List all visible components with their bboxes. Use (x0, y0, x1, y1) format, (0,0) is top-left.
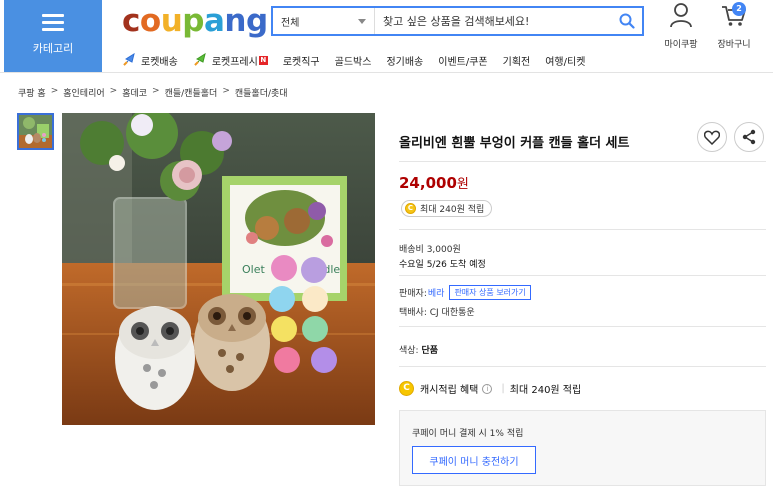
share-button[interactable] (734, 122, 764, 152)
breadcrumb-item[interactable]: 캔들홀더/촛대 (235, 86, 288, 99)
option-info: 색상: 단품 (399, 343, 438, 356)
product-title: 올리비엔 흰뿔 부엉이 커플 캔들 홀더 세트 (399, 136, 630, 151)
rocket-fresh-icon (194, 53, 206, 66)
shipping-fee: 배송비 3,000원 (399, 245, 461, 255)
price-unit: 원 (456, 177, 469, 192)
cashback-benefit: C 캐시적립 혜택 i | 최대 240원 적립 (399, 381, 581, 396)
mycoupang-button[interactable]: 마이쿠팡 (660, 2, 702, 50)
divider (399, 161, 766, 162)
search-bar: 전체 (271, 6, 644, 36)
product-thumbnail[interactable] (17, 113, 54, 150)
breadcrumb-item[interactable]: 쿠팡 홈 (18, 86, 46, 99)
reward-chip: C 최대 240원 적립 (401, 200, 493, 217)
option-value: 단품 (421, 346, 439, 356)
nav-item-rocket-direct[interactable]: 로켓직구 (283, 51, 320, 69)
search-category-value: 전체 (281, 17, 300, 29)
nav-item-rocket-delivery[interactable]: 로켓배송 (122, 51, 178, 69)
seller-name[interactable]: 베라 (428, 286, 445, 299)
product-main-image[interactable]: Olet Candle (62, 113, 375, 425)
wishlist-button[interactable] (697, 122, 727, 152)
cart-count-badge: 2 (732, 2, 746, 16)
courier-info: 택배사: CJ 대한통운 (399, 308, 475, 318)
nav-item-subscription[interactable]: 정기배송 (386, 51, 423, 69)
top-nav: 로켓배송 로켓프레시 N 로켓직구 골드박스 정기배송 이벤트/쿠폰 기획전 여… (122, 51, 600, 69)
box-left-text: Olet (242, 263, 265, 276)
info-icon[interactable]: i (482, 383, 493, 394)
nav-item-rocket-fresh[interactable]: 로켓프레시 N (193, 51, 268, 69)
divider (399, 275, 766, 276)
breadcrumb-item[interactable]: 홈인테리어 (63, 86, 104, 99)
user-icon (670, 3, 692, 28)
price: 24,000원 (399, 173, 469, 192)
hamburger-icon (42, 14, 64, 35)
divider (399, 229, 766, 230)
breadcrumb-item[interactable]: 캔들/캔들홀더 (165, 86, 218, 99)
coupay-charge-button[interactable]: 쿠페이 머니 충전하기 (412, 446, 536, 474)
rocket-icon (123, 53, 135, 66)
breadcrumb-item[interactable]: 홈데코 (122, 86, 147, 99)
category-button[interactable]: 카테고리 (4, 0, 102, 72)
cart-button[interactable]: 2 장바구니 (712, 2, 756, 50)
nav-item-goldbox[interactable]: 골드박스 (335, 51, 372, 69)
coin-icon: C (405, 203, 416, 214)
new-badge: N (258, 55, 268, 65)
nav-item-promotions[interactable]: 기획전 (503, 51, 531, 69)
nav-item-events[interactable]: 이벤트/쿠폰 (438, 51, 487, 69)
cashback-value: 최대 240원 적립 (509, 385, 582, 396)
seller-info: 판매자: 베라 판매자 상품 보러가기 (399, 285, 531, 300)
mycoupang-label: 마이쿠팡 (664, 40, 698, 50)
price-value: 24,000 (399, 174, 457, 192)
heart-icon (704, 130, 720, 145)
category-label: 카테고리 (32, 42, 74, 55)
search-input[interactable] (375, 8, 612, 34)
reward-text: 최대 240원 적립 (420, 205, 485, 215)
separator: | (501, 383, 505, 394)
coupang-logo[interactable]: coupang (122, 2, 268, 40)
chevron-down-icon (358, 18, 366, 24)
search-category-select[interactable]: 전체 (273, 8, 375, 34)
divider (399, 326, 766, 327)
header-divider (0, 72, 773, 73)
divider (399, 366, 766, 367)
option-label: 색상: (399, 346, 419, 356)
cart-label: 장바구니 (717, 40, 751, 50)
coupay-text: 쿠페이 머니 결제 시 1% 적립 (412, 429, 524, 439)
seller-label: 판매자: (399, 289, 427, 299)
delivery-date: 수요일 5/26 도착 예정 (399, 260, 486, 270)
nav-item-travel[interactable]: 여행/티켓 (545, 51, 585, 69)
seller-products-link[interactable]: 판매자 상품 보러가기 (449, 285, 531, 300)
breadcrumb: 쿠팡 홈 > 홈인테리어 > 홈데코 > 캔들/캔들홀더 > 캔들홀더/촛대 (18, 86, 288, 99)
share-icon (742, 129, 756, 145)
coin-icon: C (399, 381, 414, 396)
coupay-box: 쿠페이 머니 결제 시 1% 적립 쿠페이 머니 충전하기 (399, 410, 766, 486)
cashback-label: 캐시적립 혜택 (420, 385, 479, 396)
search-icon[interactable] (612, 8, 642, 34)
